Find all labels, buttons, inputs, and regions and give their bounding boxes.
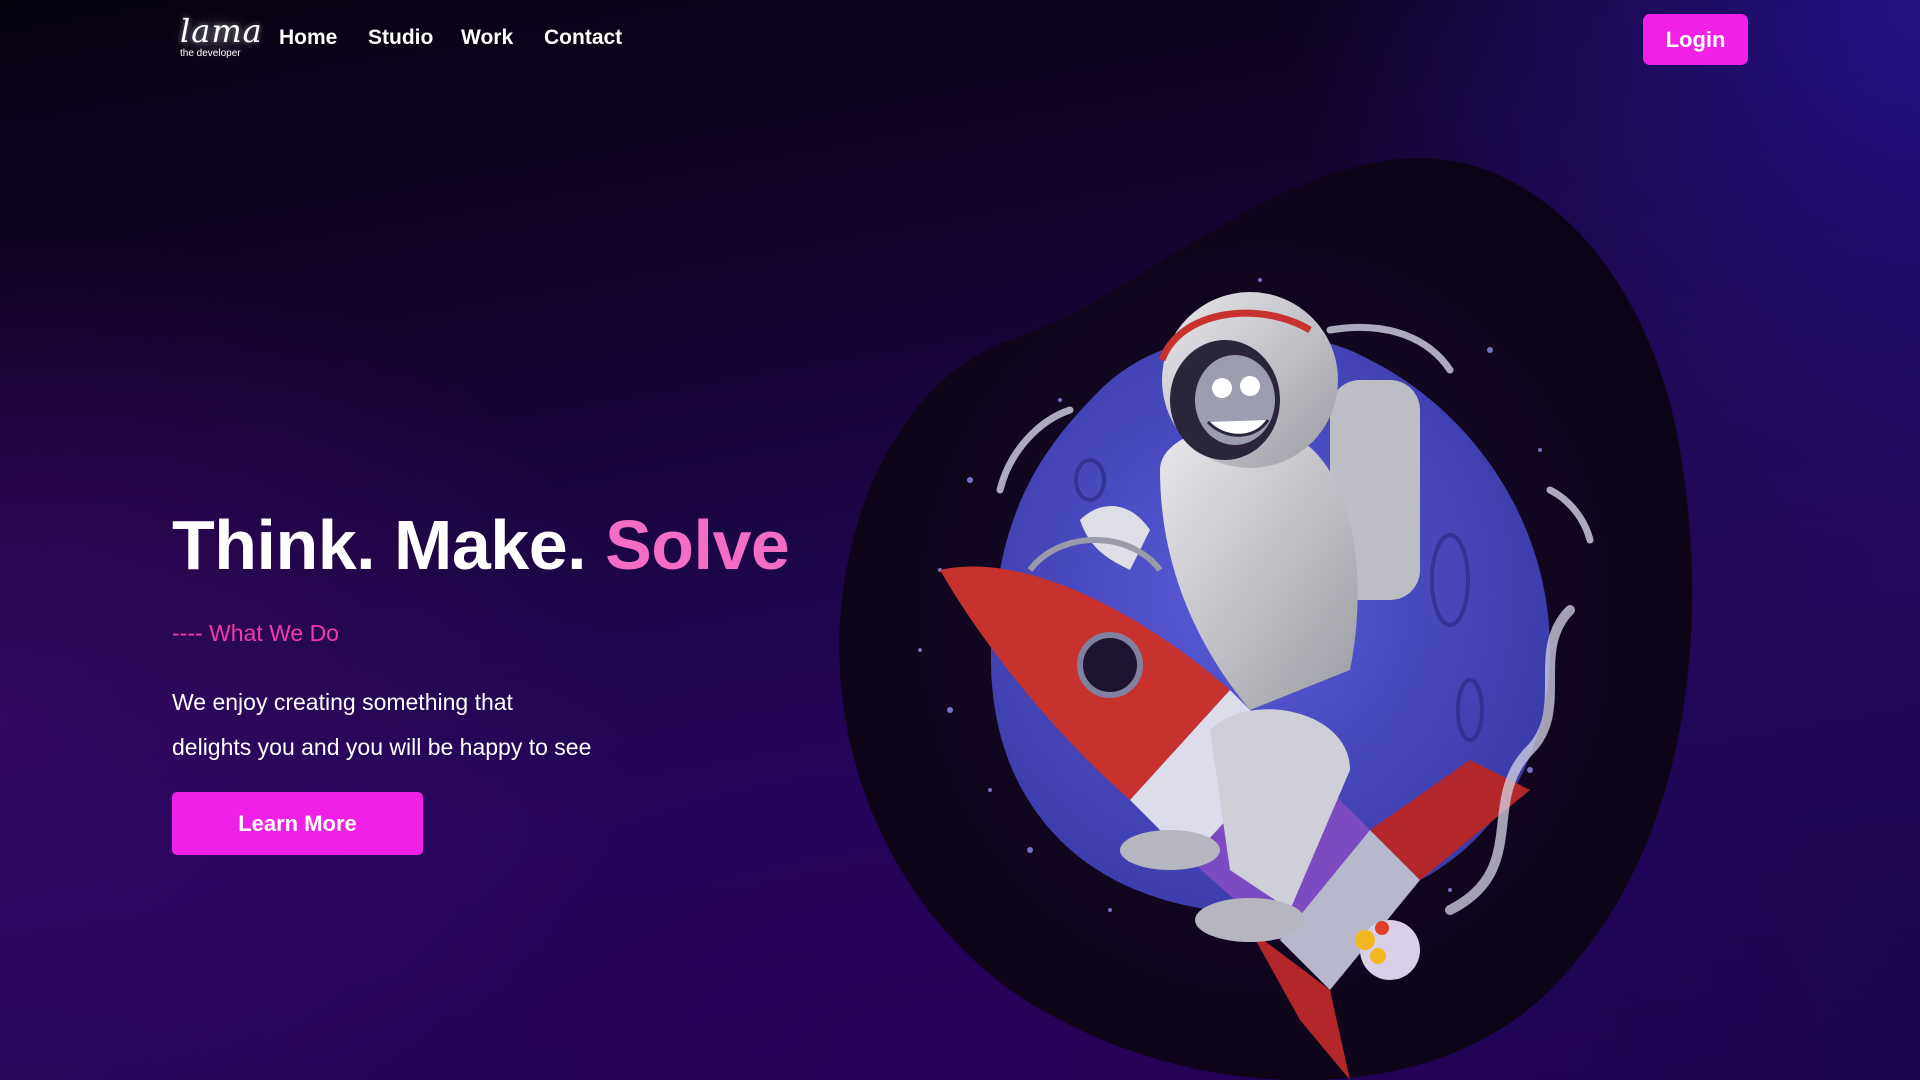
logo-subtext: the developer xyxy=(180,48,241,59)
nav-link-studio[interactable]: Studio xyxy=(368,26,433,50)
hero-description-line-1: We enjoy creating something that xyxy=(172,689,513,715)
nav-link-home[interactable]: Home xyxy=(279,26,337,50)
hero-description: We enjoy creating something that delight… xyxy=(172,680,632,770)
logo-text: lama xyxy=(180,12,263,50)
learn-more-button[interactable]: Learn More xyxy=(172,792,423,855)
hero-subtitle: ---- What We Do xyxy=(172,620,339,646)
top-navbar: lama the developer Home Studio Work Cont… xyxy=(0,0,1920,80)
hero-description-line-2: delights you and you will be happy to se… xyxy=(172,734,592,760)
hero-title-main: Think. Make. xyxy=(172,506,587,584)
login-button[interactable]: Login xyxy=(1643,14,1748,65)
logo[interactable]: lama the developer xyxy=(172,12,262,62)
nav-link-work[interactable]: Work xyxy=(461,26,513,50)
hero-title: Think. Make. Solve xyxy=(172,503,790,587)
astronaut-rocket-illustration xyxy=(830,150,1710,1080)
hero-title-accent: Solve xyxy=(605,506,790,584)
nav-link-contact[interactable]: Contact xyxy=(544,26,622,50)
